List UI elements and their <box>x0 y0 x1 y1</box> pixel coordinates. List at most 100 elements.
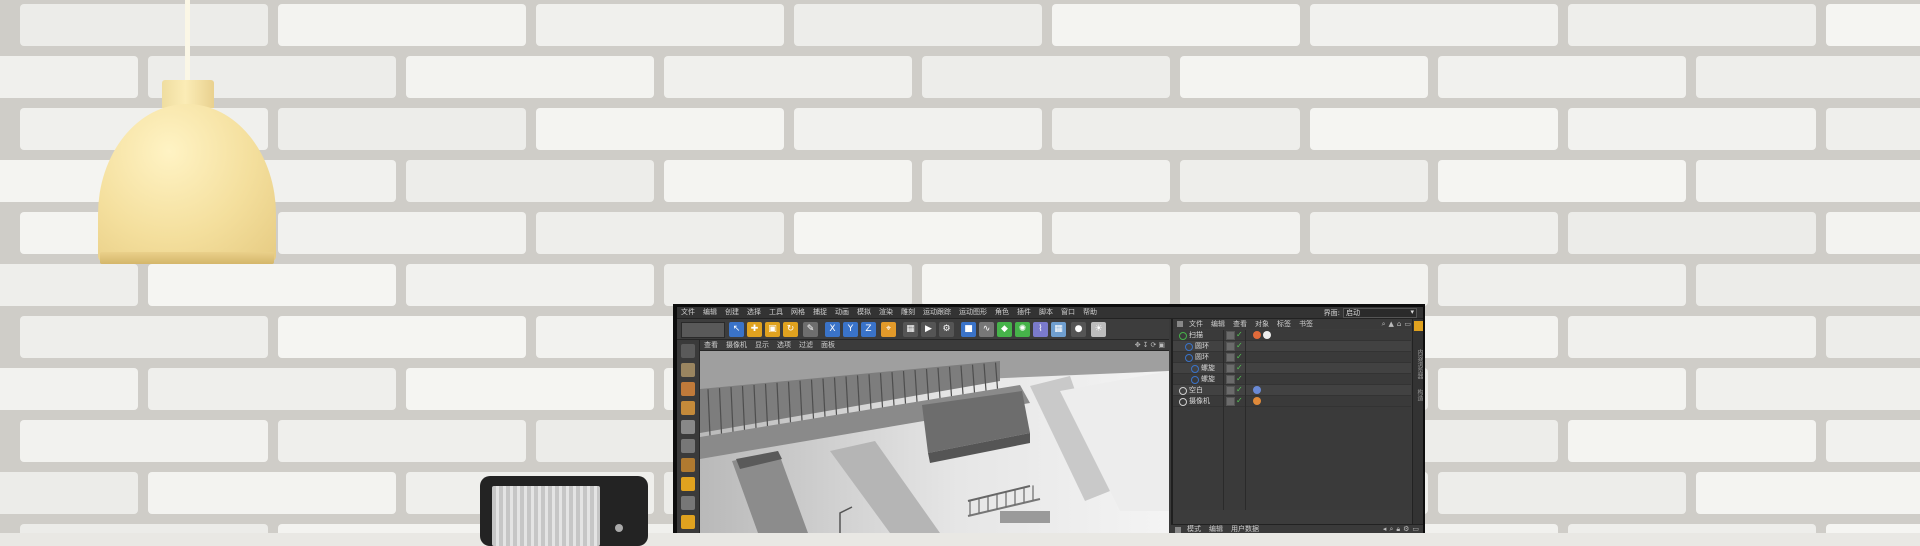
panel-grip-icon[interactable] <box>1175 526 1181 533</box>
last-tool-icon[interactable]: ✎ <box>803 322 818 337</box>
object-row[interactable]: 圆环 ✓ <box>1173 341 1411 352</box>
attr-menu-edit[interactable]: 编辑 <box>1205 525 1227 533</box>
subdivision-surface-icon[interactable]: ◆ <box>997 322 1012 337</box>
y-axis-icon[interactable]: Y <box>843 322 858 337</box>
menu-tools[interactable]: 工具 <box>765 307 787 318</box>
visibility-toggle-icon[interactable] <box>1226 353 1235 362</box>
menu-mesh[interactable]: 网格 <box>787 307 809 318</box>
object-name[interactable]: 螺旋 <box>1201 363 1215 373</box>
visibility-toggle-icon[interactable] <box>1226 342 1235 351</box>
menu-mograph[interactable]: 运动图形 <box>955 307 991 318</box>
undo-redo-area[interactable] <box>681 322 725 338</box>
om-menu-file[interactable]: 文件 <box>1185 319 1207 329</box>
om-menu-objects[interactable]: 对象 <box>1251 319 1273 329</box>
object-name[interactable]: 圆环 <box>1195 352 1209 362</box>
object-row[interactable]: 摄像机 ✓ <box>1173 396 1411 407</box>
visibility-toggle-icon[interactable] <box>1226 375 1235 384</box>
workplane-icon[interactable] <box>681 401 695 415</box>
lock-icon[interactable]: 🔒︎ <box>1396 525 1400 533</box>
align-tag-icon[interactable] <box>1253 386 1261 394</box>
menu-create[interactable]: 创建 <box>721 307 743 318</box>
visibility-toggle-icon[interactable] <box>1226 386 1235 395</box>
enable-check-icon[interactable]: ✓ <box>1236 396 1243 406</box>
om-menu-view[interactable]: 查看 <box>1229 319 1251 329</box>
object-row[interactable]: 圆环 ✓ <box>1173 352 1411 363</box>
viewport-menu-panel[interactable]: 面板 <box>817 340 839 350</box>
menu-script[interactable]: 脚本 <box>1035 307 1057 318</box>
menu-sculpt[interactable]: 雕刻 <box>897 307 919 318</box>
menu-select[interactable]: 选择 <box>743 307 765 318</box>
tweak-mode-icon[interactable] <box>681 496 695 510</box>
polygons-mode-icon[interactable] <box>681 458 695 472</box>
menu-render[interactable]: 渲染 <box>875 307 897 318</box>
render-settings-icon[interactable]: ⚙ <box>939 322 954 337</box>
light-icon[interactable]: ☀ <box>1091 322 1106 337</box>
z-axis-icon[interactable]: Z <box>861 322 876 337</box>
enable-check-icon[interactable]: ✓ <box>1236 352 1243 362</box>
side-tab-content-browser[interactable]: 内容浏览器 <box>1415 349 1423 379</box>
menu-file[interactable]: 文件 <box>677 307 699 318</box>
visibility-toggle-icon[interactable] <box>1226 364 1235 373</box>
pin-icon[interactable] <box>1414 321 1423 331</box>
enable-check-icon[interactable]: ✓ <box>1236 363 1243 373</box>
render-view-icon[interactable]: ▦ <box>903 322 918 337</box>
enable-check-icon[interactable]: ✓ <box>1236 330 1243 340</box>
new-view-icon[interactable]: ▭ <box>1404 319 1411 329</box>
3d-viewport[interactable] <box>700 351 1169 533</box>
camera-tag-icon[interactable] <box>1253 397 1261 405</box>
enable-check-icon[interactable]: ✓ <box>1236 385 1243 395</box>
rotate-icon[interactable]: ↻ <box>783 322 798 337</box>
viewport-menu-options[interactable]: 选项 <box>773 340 795 350</box>
viewport-menu-filter[interactable]: 过滤 <box>795 340 817 350</box>
enable-check-icon[interactable]: ✓ <box>1236 341 1243 351</box>
object-name[interactable]: 圆环 <box>1195 341 1209 351</box>
menu-help[interactable]: 帮助 <box>1079 307 1101 318</box>
viewport-menu-display[interactable]: 显示 <box>751 340 773 350</box>
scale-icon[interactable]: ▣ <box>765 322 780 337</box>
object-row[interactable]: 扫描 ✓ <box>1173 330 1411 341</box>
menu-snap[interactable]: 捕捉 <box>809 307 831 318</box>
live-selection-icon[interactable]: ↖ <box>729 322 744 337</box>
om-menu-tags[interactable]: 标签 <box>1273 319 1295 329</box>
axis-mode-icon[interactable] <box>681 477 695 491</box>
menu-window[interactable]: 窗口 <box>1057 307 1079 318</box>
up-arrow-icon[interactable]: ▲ <box>1389 319 1394 329</box>
om-menu-bookmarks[interactable]: 书签 <box>1295 319 1317 329</box>
cube-icon[interactable]: ■ <box>961 322 976 337</box>
toggle-view-icon[interactable]: ▣ <box>1158 341 1165 349</box>
rotate-view-icon[interactable]: ⟳ <box>1151 341 1157 349</box>
make-editable-icon[interactable] <box>681 344 695 358</box>
points-mode-icon[interactable] <box>681 420 695 434</box>
move-view-icon[interactable]: ✥ <box>1135 341 1141 349</box>
coordinate-system-icon[interactable]: ⌖ <box>881 322 896 337</box>
zoom-view-icon[interactable]: ↧ <box>1143 341 1149 349</box>
om-menu-edit[interactable]: 编辑 <box>1207 319 1229 329</box>
camera-icon[interactable]: ● <box>1071 322 1086 337</box>
object-row[interactable]: 螺旋 ✓ <box>1173 374 1411 385</box>
viewport-menu-view[interactable]: 查看 <box>700 340 722 350</box>
attr-menu-mode[interactable]: 模式 <box>1183 525 1205 533</box>
menu-character[interactable]: 角色 <box>991 307 1013 318</box>
menu-motion-tracker[interactable]: 运动跟踪 <box>919 307 955 318</box>
layout-dropdown[interactable]: 启动 <box>1343 308 1417 318</box>
object-name[interactable]: 空白 <box>1189 385 1203 395</box>
side-tab-structure[interactable]: 构造 <box>1415 389 1423 401</box>
menu-plugins[interactable]: 插件 <box>1013 307 1035 318</box>
deformer-icon[interactable]: ⌇ <box>1033 322 1048 337</box>
visibility-toggle-icon[interactable] <box>1226 331 1235 340</box>
enable-check-icon[interactable]: ✓ <box>1236 374 1243 384</box>
viewport-menu-camera[interactable]: 摄像机 <box>722 340 751 350</box>
menu-edit[interactable]: 编辑 <box>699 307 721 318</box>
array-icon[interactable]: ✺ <box>1015 322 1030 337</box>
texture-mode-icon[interactable] <box>681 382 695 396</box>
move-icon[interactable]: ✚ <box>747 322 762 337</box>
panel-grip-icon[interactable] <box>1177 321 1183 327</box>
settings-icon[interactable]: ⚙ <box>1403 525 1409 533</box>
attr-menu-userdata[interactable]: 用户数据 <box>1227 525 1263 533</box>
edges-mode-icon[interactable] <box>681 439 695 453</box>
object-name[interactable]: 螺旋 <box>1201 374 1215 384</box>
search-icon[interactable]: ⌕ <box>1389 525 1393 533</box>
render-to-picture-viewer-icon[interactable]: ▶ <box>921 322 936 337</box>
x-axis-icon[interactable]: X <box>825 322 840 337</box>
floor-icon[interactable]: ▦ <box>1051 322 1066 337</box>
